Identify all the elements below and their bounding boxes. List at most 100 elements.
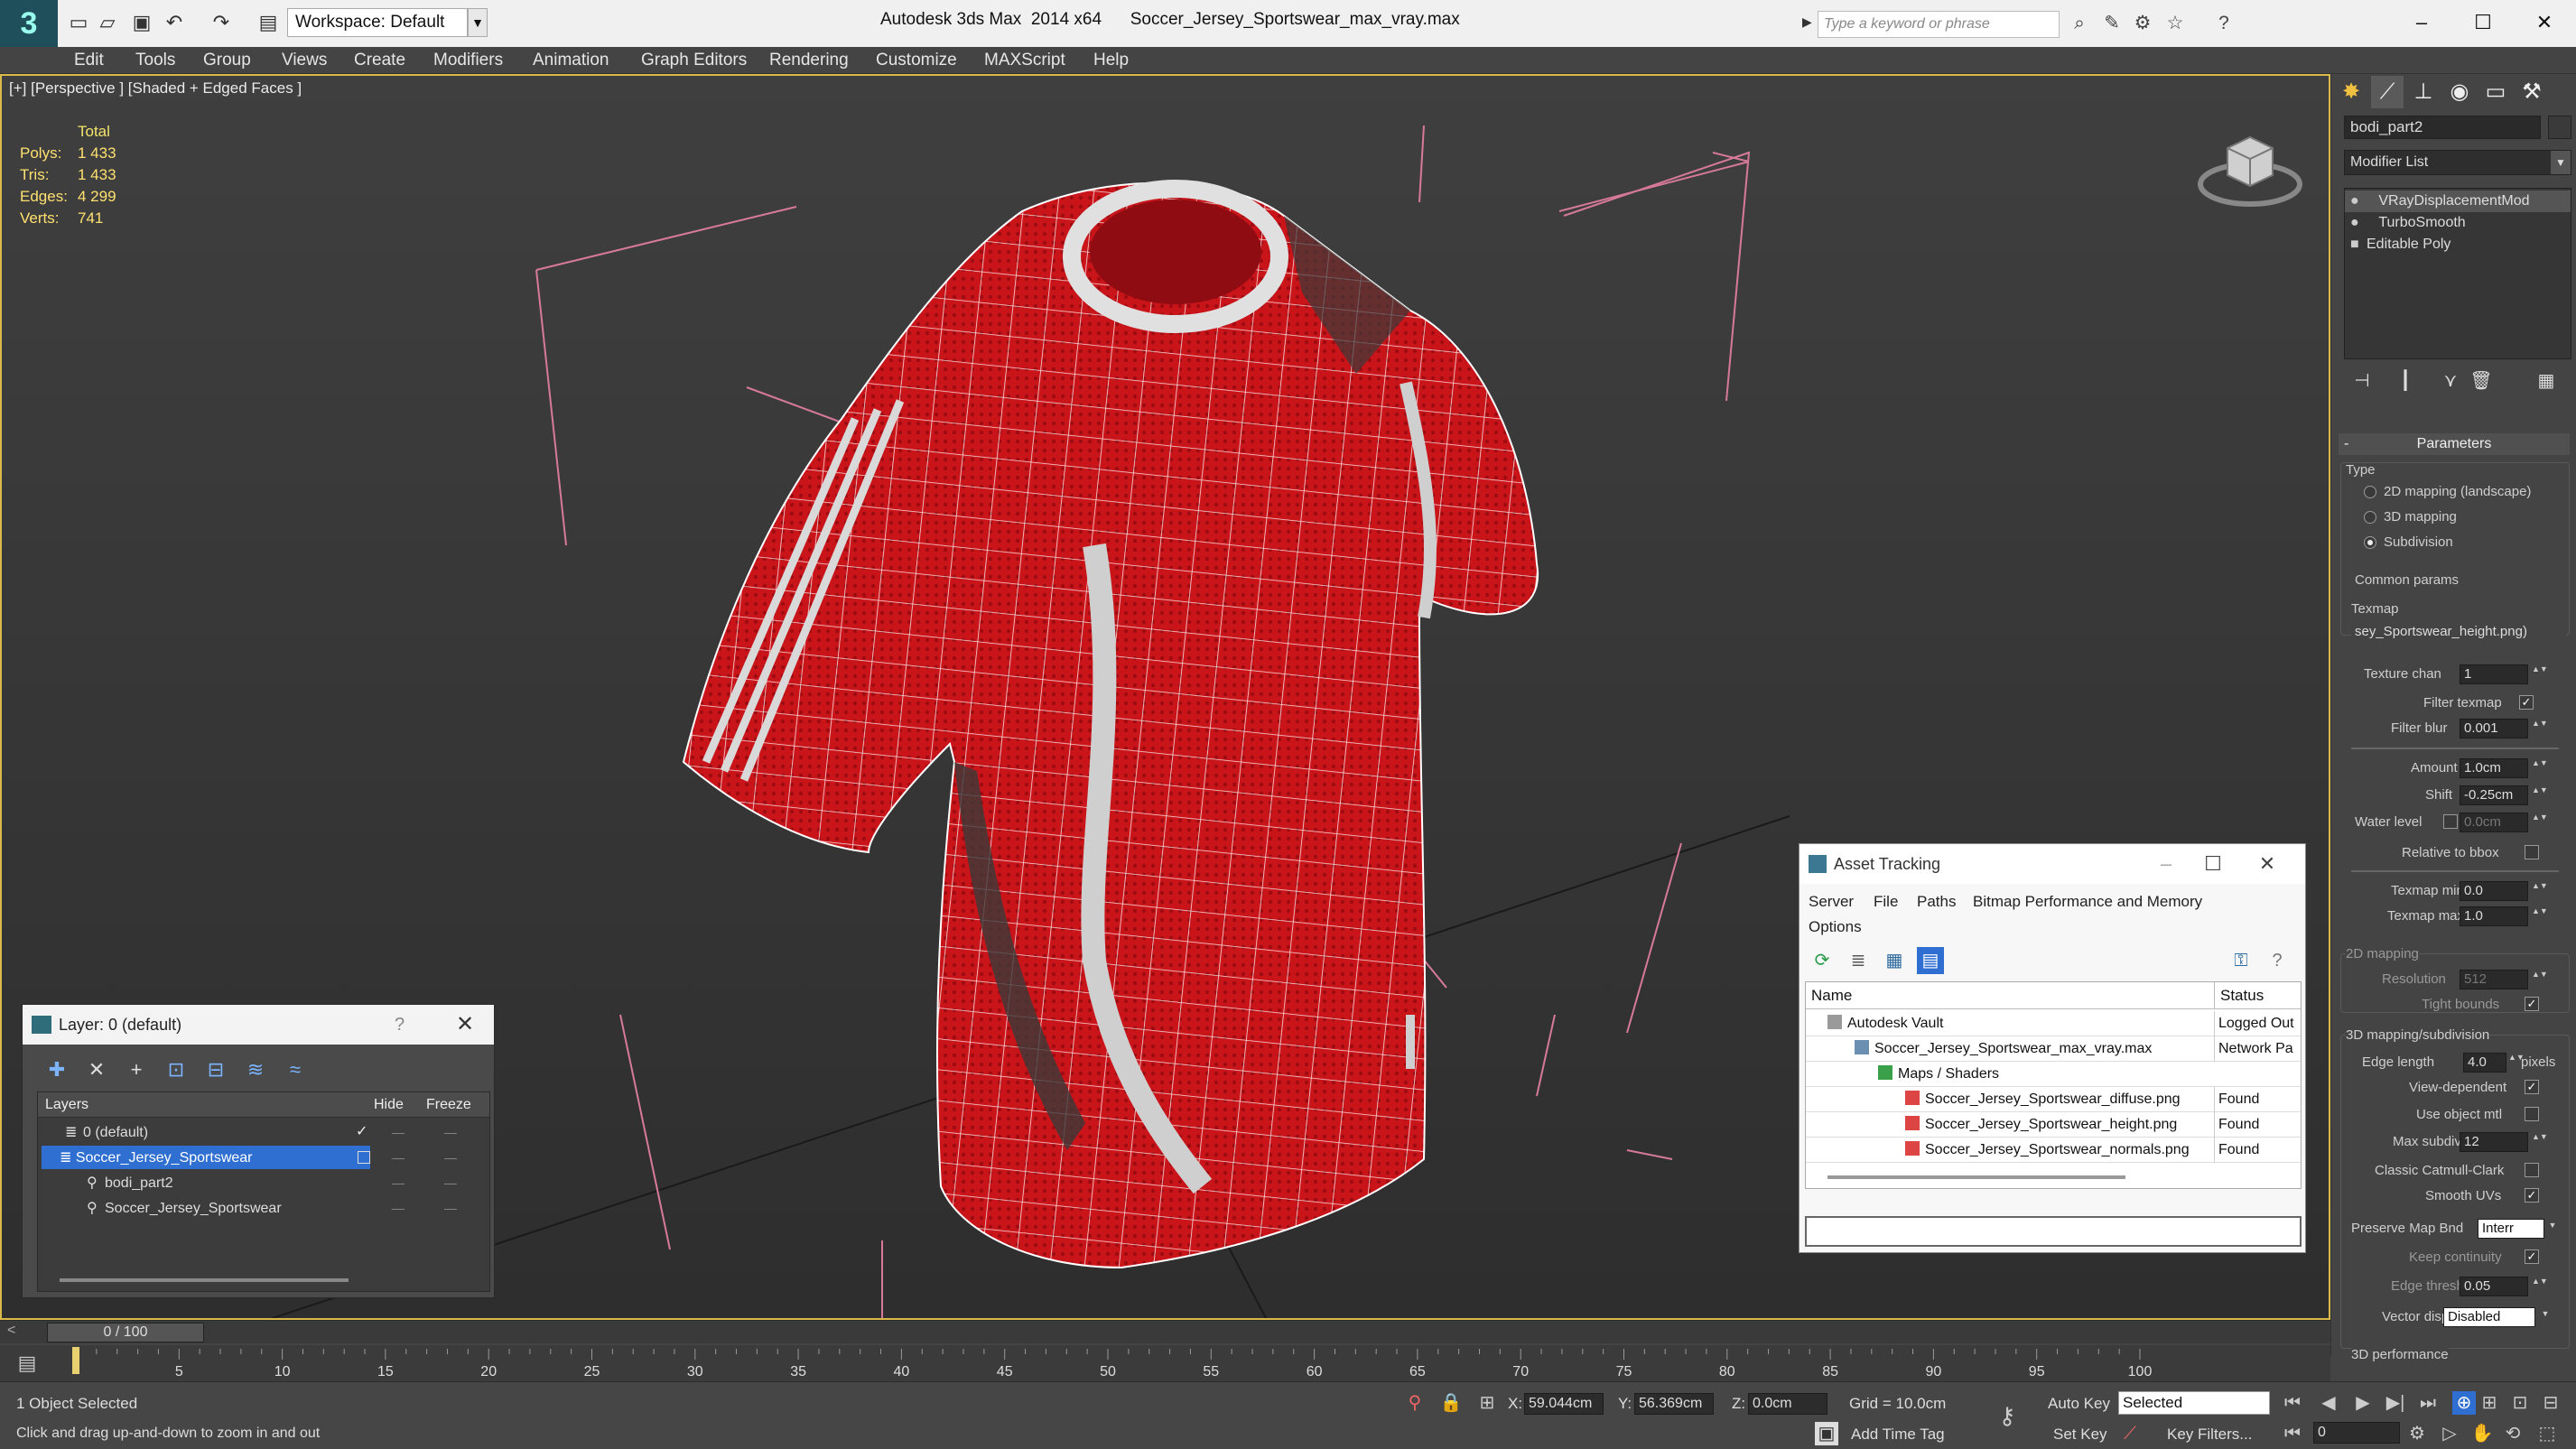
filter-texmap-checkbox[interactable]: ✓ [2519,695,2534,710]
configure-sets-icon[interactable]: ▦ [2534,368,2559,394]
object-name[interactable]: Soccer_Jersey_Sportswear [101,1196,282,1220]
asset-menu-paths[interactable]: Paths [1917,893,1956,911]
absolute-mode-icon[interactable]: ⊞ [1475,1391,1499,1415]
asset-menu-bitmap[interactable]: Bitmap Performance and Memory [1973,893,2202,911]
use-object-mtl-checkbox[interactable] [2525,1107,2539,1121]
menu-edit[interactable]: Edit [74,51,104,70]
workspace-dropdown[interactable]: Workspace: Default [287,8,468,37]
hide-toggle[interactable]: — [392,1195,405,1221]
freeze-toggle[interactable]: — [444,1145,457,1170]
help-icon[interactable]: ? [2212,12,2236,35]
texmap-button[interactable]: sey_Sportswear_height.png) [2351,623,2566,643]
tight-bounds-checkbox[interactable]: ✓ [2525,997,2539,1011]
selection-lock-icon[interactable]: 🔒 [1439,1391,1463,1415]
shift-input[interactable]: -0.25cm [2460,785,2528,805]
highlight-layer-icon[interactable]: ⊟ [201,1055,230,1084]
layer-name-selected[interactable]: ≣ Soccer_Jersey_Sportswear [42,1146,370,1169]
search-expand-icon[interactable]: ▶ [1802,14,1812,30]
project-folder-icon[interactable]: ▤ [256,11,280,34]
close-button[interactable]: ✕ [2247,844,2287,884]
asset-menu-options[interactable]: Options [1809,918,1862,936]
radio-2d-mapping[interactable] [2364,486,2376,498]
spinner-icon[interactable]: ▲▼ [2532,719,2548,738]
previous-frame-icon[interactable]: ◀ [2317,1391,2340,1415]
zoom-extents-icon[interactable]: ⊡ [2508,1391,2532,1415]
open-file-icon[interactable]: ▱ [96,11,119,34]
amount-input[interactable]: 1.0cm [2460,758,2528,778]
remove-modifier-icon[interactable]: 🗑 [2469,368,2494,394]
freeze-toggle[interactable]: — [444,1170,457,1195]
layer-row[interactable]: ⚲ Soccer_Jersey_Sportswear — — [38,1195,489,1221]
undo-icon[interactable]: ↶ [163,11,186,34]
lightbulb-icon[interactable]: ● [2350,212,2367,234]
radio-3d-mapping[interactable] [2364,511,2376,524]
minimize-button[interactable]: – [2402,7,2441,38]
key-set-dropdown[interactable]: Selected [2118,1391,2270,1415]
help-icon[interactable]: ? [395,1005,405,1045]
layer-row[interactable]: ≣ 0 (default) ✓ — — [38,1119,489,1145]
motion-tab-icon[interactable]: ◉ [2443,76,2476,108]
pan-view-icon[interactable]: ✋ [2470,1422,2494,1445]
key-filter-icon[interactable]: ⟋ [2118,1422,2142,1445]
pin-stack-icon[interactable]: ⊣ [2349,368,2375,394]
vector-displ-dropdown[interactable]: Disabled [2443,1307,2535,1327]
z-coordinate-input[interactable]: 0.0cm [1748,1393,1827,1415]
filter-blur-input[interactable]: 0.001 [2460,719,2528,738]
menu-views[interactable]: Views [282,51,327,70]
asset-row[interactable]: Soccer_Jersey_Sportswear_height.png Foun… [1806,1112,2301,1138]
display-tab-icon[interactable]: ▭ [2479,76,2512,108]
make-unique-icon[interactable]: ⋎ [2438,368,2463,394]
next-frame-icon[interactable]: ▶| [2384,1391,2407,1415]
object-color-swatch[interactable] [2548,116,2571,139]
view-dependent-checkbox[interactable]: ✓ [2525,1080,2539,1094]
close-button[interactable]: ✕ [2525,7,2564,38]
menu-graph-editors[interactable]: Graph Editors [641,51,747,70]
preserve-map-dropdown[interactable]: Interr [2478,1219,2544,1239]
communication-center-icon[interactable]: ✎ [2100,12,2124,35]
close-icon[interactable]: ✕ [456,1005,474,1045]
y-coordinate-input[interactable]: 56.369cm [1634,1393,1714,1415]
asset-menu-file[interactable]: File [1874,893,1898,911]
chevron-down-icon[interactable]: ▼ [2551,151,2571,174]
col-hide[interactable]: Hide [374,1092,404,1118]
search-input[interactable]: Type a keyword or phrase [1818,11,2060,38]
maximize-viewport-icon[interactable]: ⬚ [2535,1422,2559,1445]
parameters-rollout-header[interactable]: - Parameters [2339,433,2570,455]
play-icon[interactable]: ▶ [2351,1391,2375,1415]
key-filters-button[interactable]: Key Filters... [2167,1426,2252,1444]
new-file-icon[interactable]: ▭ [67,11,90,34]
col-status[interactable]: Status [2214,982,2264,1009]
create-tab-icon[interactable]: ✸ [2335,76,2367,108]
freeze-toggle[interactable]: — [444,1119,457,1145]
spinner-icon[interactable]: ▲▼ [2508,1053,2525,1073]
set-key-mode-icon[interactable]: ⚷ [1995,1404,2019,1427]
radio-subdivision[interactable] [2364,536,2376,549]
asset-row[interactable]: Soccer_Jersey_Sportswear_diffuse.png Fou… [1806,1087,2301,1112]
hide-toggle[interactable]: — [392,1145,405,1170]
modify-tab-icon[interactable]: ⟋ [2371,76,2404,108]
refresh-icon[interactable]: ⟳ [1809,947,1836,974]
favorites-star-icon[interactable]: ☆ [2163,12,2187,35]
thumbnail-view-icon[interactable]: ▦ [1881,947,1908,974]
edge-length-input[interactable]: 4.0 [2463,1053,2506,1073]
layer-row[interactable]: ≣ Soccer_Jersey_Sportswear — — [38,1145,489,1170]
stack-item[interactable]: ■ Editable Poly [2345,234,2571,255]
object-name[interactable]: bodi_part2 [101,1171,173,1194]
select-objects-icon[interactable]: ⊡ [162,1055,191,1084]
col-name[interactable]: Name [1811,982,1852,1009]
hide-all-icon[interactable]: ≋ [241,1055,270,1084]
edge-thresh-input[interactable]: 0.05 [2460,1277,2528,1296]
isolate-selection-icon[interactable]: ⚲ [1403,1391,1427,1415]
menu-customize[interactable]: Customize [876,51,957,70]
asset-row[interactable]: Soccer_Jersey_Sportswear_normals.png Fou… [1806,1138,2301,1163]
subscription-icon[interactable]: ⚙ [2131,12,2154,35]
spinner-icon[interactable]: ▲▼ [2532,785,2548,805]
texmap-max-input[interactable]: 1.0 [2460,906,2528,926]
spinner-icon[interactable]: ▲▼ [2532,970,2548,989]
spinner-icon[interactable]: ▲▼ [2532,881,2548,901]
time-slider-knob[interactable]: 0 / 100 [47,1323,204,1342]
auto-key-button[interactable]: Auto Key [2048,1395,2110,1413]
redo-icon[interactable]: ↷ [209,11,233,34]
resolution-input[interactable]: 512 [2460,970,2528,989]
delete-layer-icon[interactable]: ✕ [82,1055,111,1084]
